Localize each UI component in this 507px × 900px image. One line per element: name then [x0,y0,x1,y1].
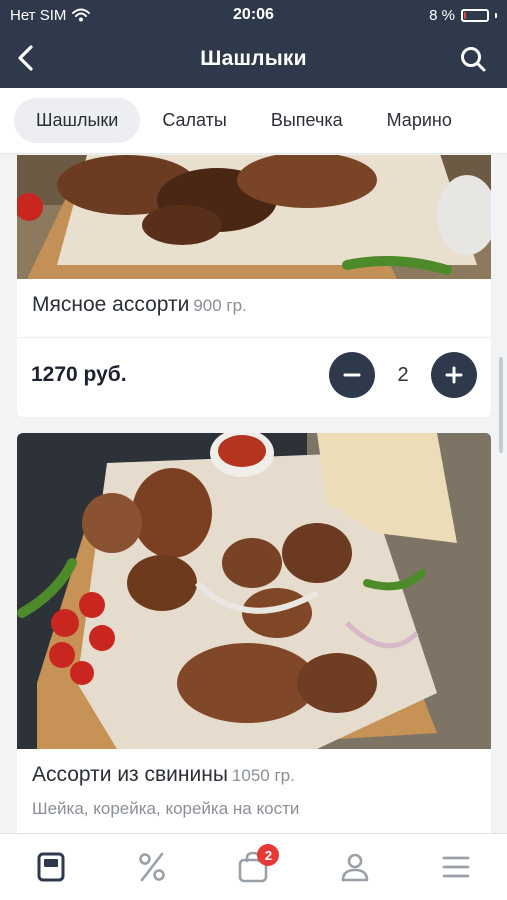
page-title: Шашлыки [200,47,307,70]
tab-salaty[interactable]: Салаты [140,98,249,143]
search-icon [461,47,486,72]
nav-discounts[interactable] [122,842,182,892]
price-row: 1270 руб. 2 [17,338,491,412]
quantity-value: 2 [397,363,409,386]
product-card[interactable]: Ассорти из свинины 1050 гр. Шейка, корейк… [17,433,491,833]
product-name: Мясное ассорти [32,293,190,316]
more-icon [442,856,470,878]
product-weight: 1050 гр. [231,766,295,785]
product-name: Ассорти из свинины [32,763,228,786]
minus-icon [343,373,361,377]
menu-icon [37,852,65,882]
nav-profile[interactable] [325,842,385,892]
decrease-button[interactable] [329,352,375,398]
bottom-nav: 2 [0,833,507,900]
battery-icon [461,8,489,22]
discount-icon [139,852,165,882]
quantity-stepper: 2 [329,352,477,398]
tab-shashlyki[interactable]: Шашлыки [14,98,141,143]
product-photo[interactable] [17,433,491,749]
nav-cart[interactable]: 2 [223,842,283,892]
top-bar: Нет SIM 20:06 8 % Шашлыки [0,0,507,88]
nav-more[interactable] [426,842,486,892]
pork-platter-image [17,433,491,749]
battery-indicator: 8 % [429,7,497,24]
wifi-icon [72,8,91,22]
product-price: 1270 руб. [31,363,127,386]
scrollbar[interactable] [499,357,503,453]
chevron-left-icon [18,45,33,71]
cart-badge: 2 [257,844,280,866]
nav-row: Шашлыки [0,30,507,88]
plus-icon [445,366,463,384]
status-bar: Нет SIM 20:06 8 % [0,0,507,30]
tab-marinady[interactable]: Марино [365,98,474,143]
product-weight: 900 гр. [193,296,247,315]
product-list[interactable]: Мясное ассорти 900 гр. 1270 руб. 2 Ассор… [0,155,507,833]
tab-vypechka[interactable]: Выпечка [249,98,365,143]
carrier-label: Нет SIM [10,6,67,24]
category-tabs: Шашлыки Салаты Выпечка Марино [0,88,507,154]
carrier-info: Нет SIM [10,6,91,24]
nav-menu[interactable] [21,842,81,892]
battery-fill [464,11,466,19]
product-card[interactable]: Мясное ассорти 900 гр. 1270 руб. 2 [17,155,491,417]
search-button[interactable] [457,43,489,75]
battery-label: 8 % [429,6,455,24]
product-title: Ассорти из свинины 1050 гр. [17,749,491,787]
battery-cap [495,12,497,18]
profile-icon [341,853,369,882]
product-photo[interactable] [17,155,491,279]
increase-button[interactable] [431,352,477,398]
meat-platter-image [17,155,491,279]
back-button[interactable] [10,42,42,74]
product-description: Шейка, корейка, корейка на кости [32,799,300,818]
product-title: Мясное ассорти 900 гр. [17,279,491,317]
